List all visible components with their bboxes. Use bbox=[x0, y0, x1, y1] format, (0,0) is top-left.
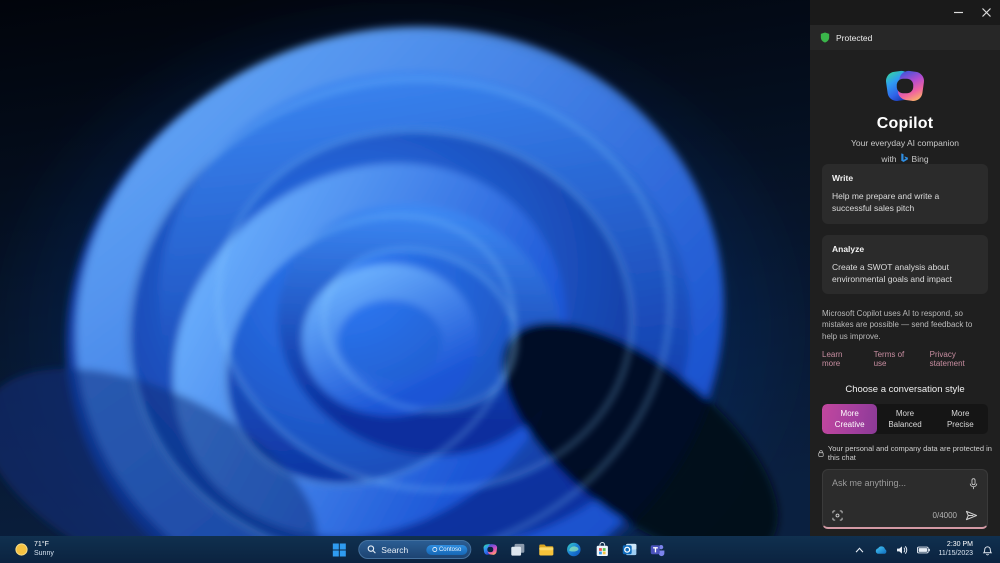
taskbar-center: Search Contoso bbox=[329, 536, 667, 563]
protected-badge[interactable]: Protected bbox=[810, 25, 1000, 50]
taskbar: 71°F Sunny Search Contoso 2:30 PM 11/15/… bbox=[0, 536, 1000, 563]
taskbar-edge[interactable] bbox=[564, 540, 583, 559]
outlook-icon bbox=[622, 543, 637, 556]
edge-icon bbox=[567, 542, 581, 557]
privacy-statement-link[interactable]: Privacy statement bbox=[930, 350, 988, 368]
lock-icon bbox=[818, 449, 824, 457]
card-text: Create a SWOT analysis about environment… bbox=[832, 261, 953, 284]
style-label-line2: Creative bbox=[834, 420, 865, 429]
tray-time: 2:30 PM bbox=[946, 541, 973, 549]
bing-label: Bing bbox=[911, 153, 929, 164]
screenshot-capture-button[interactable] bbox=[832, 510, 843, 521]
microphone-button[interactable] bbox=[969, 478, 978, 490]
style-label-line1: More bbox=[951, 408, 970, 418]
taskbar-teams[interactable] bbox=[648, 540, 667, 559]
card-text: Help me prepare and write a successful s… bbox=[832, 191, 940, 214]
sun-icon bbox=[15, 543, 28, 556]
data-protection-text: Your personal and company data are prote… bbox=[827, 444, 992, 462]
weather-temp: 71°F bbox=[34, 541, 49, 549]
legal-links: Learn more Terms of use Privacy statemen… bbox=[822, 350, 988, 368]
with-bing-row: with Bing bbox=[881, 153, 929, 164]
weather-condition: Sunny bbox=[34, 549, 54, 557]
bing-icon bbox=[900, 153, 908, 162]
start-button[interactable] bbox=[329, 540, 349, 560]
send-button[interactable] bbox=[965, 510, 978, 521]
store-icon bbox=[596, 542, 608, 557]
battery-icon bbox=[917, 546, 931, 553]
conversation-style-heading: Choose a conversation style bbox=[845, 383, 965, 395]
tray-onedrive-button[interactable] bbox=[873, 540, 888, 559]
search-icon bbox=[367, 545, 376, 554]
search-label: Search bbox=[381, 544, 409, 555]
taskbar-outlook[interactable] bbox=[620, 540, 639, 559]
style-label-line2: Precise bbox=[946, 420, 974, 429]
screenshot-lens-icon bbox=[832, 510, 843, 521]
windows-logo-icon bbox=[332, 543, 346, 556]
file-explorer-icon bbox=[538, 544, 553, 555]
search-contoso-badge: Contoso bbox=[425, 544, 468, 555]
tray-chevron-button[interactable] bbox=[853, 540, 866, 559]
tray-clock[interactable]: 2:30 PM 11/15/2023 bbox=[938, 541, 973, 558]
taskbar-copilot[interactable] bbox=[480, 540, 499, 559]
teams-icon bbox=[650, 545, 665, 557]
microphone-icon bbox=[969, 478, 978, 490]
with-label: with bbox=[881, 153, 897, 164]
style-more-precise[interactable]: More Precise bbox=[933, 404, 988, 434]
taskbar-store[interactable] bbox=[592, 540, 611, 559]
notification-bell-button[interactable] bbox=[980, 540, 994, 559]
taskbar-file-explorer[interactable] bbox=[536, 540, 555, 559]
tray-volume-button[interactable] bbox=[895, 540, 909, 559]
style-label-line1: More bbox=[840, 408, 859, 418]
copilot-titlebar bbox=[810, 0, 1000, 25]
minimize-button[interactable] bbox=[944, 0, 972, 25]
weather-widget[interactable]: 71°F Sunny bbox=[8, 536, 60, 563]
style-more-balanced[interactable]: More Balanced bbox=[877, 404, 932, 434]
system-tray: 2:30 PM 11/15/2023 bbox=[853, 536, 994, 563]
suggestion-card-write[interactable]: Write Help me prepare and write a succes… bbox=[822, 164, 988, 224]
onedrive-cloud-icon bbox=[875, 545, 887, 554]
style-label-line2: Balanced bbox=[888, 420, 922, 429]
tray-date: 11/15/2023 bbox=[938, 549, 973, 557]
minimize-icon bbox=[953, 11, 963, 14]
shield-icon bbox=[820, 32, 830, 43]
card-title: Write bbox=[832, 173, 854, 183]
taskbar-task-view[interactable] bbox=[508, 540, 527, 559]
send-icon bbox=[965, 510, 978, 521]
protected-label: Protected bbox=[836, 32, 873, 43]
copilot-subtitle: Your everyday AI companion bbox=[851, 138, 959, 148]
search-badge-label: Contoso bbox=[438, 546, 462, 553]
volume-icon bbox=[897, 545, 908, 554]
chat-input[interactable]: Ask me anything... 0/4000 bbox=[822, 469, 988, 529]
tray-battery-button[interactable] bbox=[916, 540, 931, 559]
close-button[interactable] bbox=[972, 0, 1000, 25]
desktop: Protected Copilot Your everyday AI compa… bbox=[0, 0, 1000, 563]
copilot-title: Copilot bbox=[876, 115, 934, 132]
learn-more-link[interactable]: Learn more bbox=[822, 350, 860, 368]
chat-input-placeholder: Ask me anything... bbox=[832, 478, 907, 488]
chevron-up-icon bbox=[856, 546, 864, 553]
style-more-creative[interactable]: More Creative bbox=[822, 403, 878, 435]
data-protection-note: Your personal and company data are prote… bbox=[810, 444, 1000, 462]
task-view-icon bbox=[511, 543, 525, 556]
suggestion-card-analyze[interactable]: Analyze Create a SWOT analysis about env… bbox=[822, 234, 988, 295]
copilot-body: Copilot Your everyday AI companion with … bbox=[810, 50, 1000, 536]
card-title: Analyze bbox=[832, 243, 865, 254]
copilot-hero: Copilot Your everyday AI companion with … bbox=[810, 65, 1000, 164]
taskbar-search[interactable]: Search Contoso bbox=[358, 540, 472, 559]
char-counter: 0/4000 bbox=[932, 511, 957, 520]
ai-disclaimer: Microsoft Copilot uses AI to respond, so… bbox=[822, 309, 973, 341]
terms-of-use-link[interactable]: Terms of use bbox=[874, 350, 916, 368]
close-icon bbox=[981, 8, 991, 17]
copilot-taskbar-icon bbox=[483, 544, 497, 555]
contoso-logo-icon bbox=[431, 547, 437, 552]
copilot-panel: Protected Copilot Your everyday AI compa… bbox=[810, 0, 1000, 536]
bell-icon bbox=[982, 545, 992, 555]
conversation-style-selector: More Creative More Balanced More Precise bbox=[822, 403, 988, 435]
style-label-line1: More bbox=[895, 408, 915, 418]
copilot-logo-icon bbox=[886, 70, 924, 101]
